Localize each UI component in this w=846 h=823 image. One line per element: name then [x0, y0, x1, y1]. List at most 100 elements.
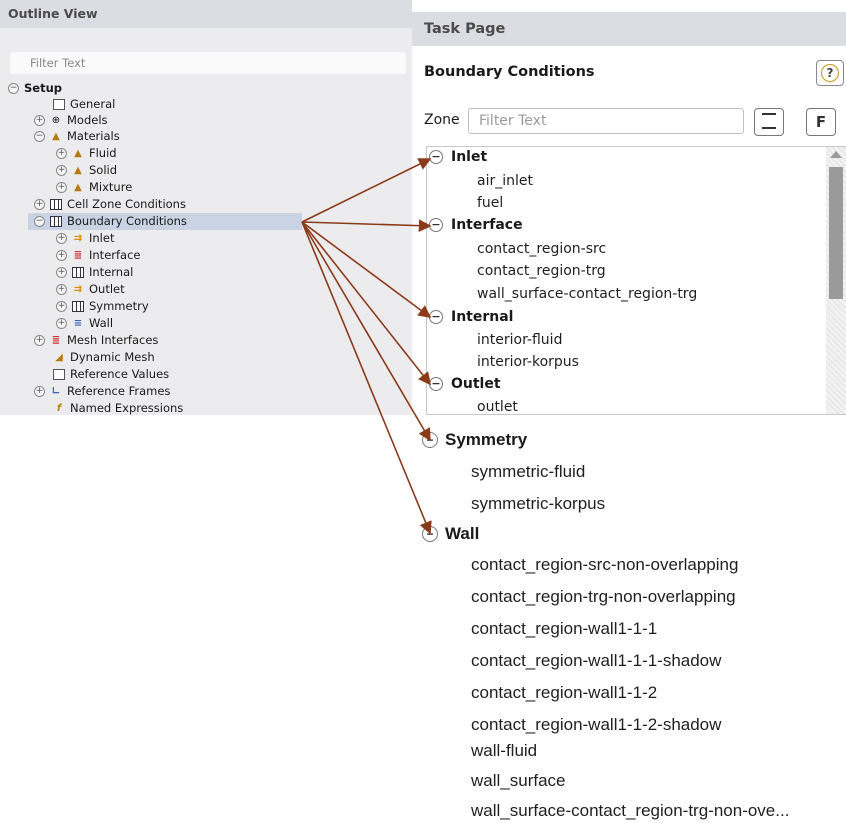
- scroll-up-arrow-icon[interactable]: [830, 151, 842, 158]
- collapse-icon[interactable]: −: [422, 432, 438, 448]
- tree-item-cell-zone-conditions[interactable]: + Cell Zone Conditions: [34, 196, 186, 213]
- tree-item-dynamic-mesh[interactable]: ◢ Dynamic Mesh: [53, 349, 155, 366]
- tree-item-mesh-interfaces[interactable]: + ≣ Mesh Interfaces: [34, 332, 158, 349]
- zone-item[interactable]: wall_surface: [471, 771, 566, 791]
- tree-item-models[interactable]: + ⊕ Models: [34, 112, 108, 129]
- tree-item-reference-frames[interactable]: + ∟ Reference Frames: [34, 383, 170, 400]
- expand-icon[interactable]: +: [56, 182, 67, 193]
- tree-item-named-expressions[interactable]: f Named Expressions: [53, 400, 184, 417]
- tree-item-label: Setup: [24, 81, 62, 95]
- tree-item-materials[interactable]: − ▲ Materials: [34, 128, 120, 145]
- zone-item[interactable]: fuel: [477, 195, 503, 211]
- expand-icon[interactable]: +: [56, 318, 67, 329]
- expand-icon[interactable]: +: [56, 250, 67, 261]
- zone-item[interactable]: wall-fluid: [471, 741, 537, 761]
- tree-item-solid[interactable]: + ▲ Solid: [56, 162, 117, 179]
- zone-group-wall[interactable]: − Wall: [422, 524, 479, 544]
- expand-icon[interactable]: +: [56, 284, 67, 295]
- collapse-icon[interactable]: −: [429, 377, 443, 391]
- expand-icon[interactable]: +: [56, 301, 67, 312]
- zone-item[interactable]: air_inlet: [477, 173, 533, 189]
- zone-item[interactable]: contact_region-wall1-1-2-shadow: [471, 715, 721, 735]
- zone-group-symmetry[interactable]: − Symmetry: [422, 430, 527, 450]
- tree-item-symmetry[interactable]: + Symmetry: [56, 298, 149, 315]
- zone-item[interactable]: wall_surface-contact_region-trg: [477, 286, 697, 302]
- collapse-icon[interactable]: −: [34, 216, 45, 227]
- zone-item[interactable]: contact_region-src-non-overlapping: [471, 555, 738, 575]
- zone-group-inlet[interactable]: − Inlet: [429, 149, 487, 165]
- tree-item-label: General: [70, 97, 116, 111]
- zone-item[interactable]: contact_region-wall1-1-2: [471, 683, 657, 703]
- zone-item[interactable]: contact_region-wall1-1-1-shadow: [471, 651, 721, 671]
- zone-item[interactable]: contact_region-wall1-1-1: [471, 619, 657, 639]
- zone-group-label: Wall: [445, 524, 480, 543]
- tree-item-label: Named Expressions: [70, 401, 184, 415]
- expand-icon[interactable]: +: [56, 267, 67, 278]
- task-page-panel: Task Page Boundary Conditions ? Zone Fil…: [412, 12, 846, 415]
- tree-item-label: Models: [67, 113, 108, 127]
- tree-item-outlet[interactable]: + ⇉ Outlet: [56, 281, 125, 298]
- collapse-icon[interactable]: −: [34, 131, 45, 142]
- tree-item-boundary-conditions[interactable]: − Boundary Conditions: [28, 213, 302, 230]
- outline-filter-input[interactable]: Filter Text: [10, 52, 406, 74]
- material-mixture-icon: ▲: [74, 182, 82, 193]
- tree-item-label: Interface: [89, 248, 141, 262]
- inlet-icon: ⇉: [73, 233, 83, 244]
- help-button[interactable]: ?: [816, 60, 844, 86]
- zone-group-interface[interactable]: − Interface: [429, 217, 523, 233]
- zone-item[interactable]: contact_region-trg: [477, 263, 606, 279]
- zone-item[interactable]: interior-korpus: [477, 354, 579, 370]
- collapse-icon[interactable]: −: [429, 310, 443, 324]
- zone-list[interactable]: − Inlet air_inlet fuel − Interface conta…: [426, 146, 846, 415]
- outline-view-panel: Outline View Filter Text − Setup General…: [0, 0, 412, 415]
- zone-filter-input[interactable]: Filter Text: [468, 108, 744, 134]
- reference-frames-icon: ∟: [51, 386, 61, 397]
- zone-item[interactable]: wall_surface-contact_region-trg-non-ove.…: [471, 801, 789, 821]
- tree-item-wall[interactable]: + ≡ Wall: [56, 315, 113, 332]
- outline-view-title: Outline View: [0, 0, 412, 28]
- expand-icon[interactable]: +: [56, 233, 67, 244]
- expand-icon[interactable]: +: [56, 165, 67, 176]
- collapse-icon[interactable]: −: [422, 526, 438, 542]
- tree-item-reference-values[interactable]: Reference Values: [53, 366, 169, 383]
- expand-icon[interactable]: +: [34, 335, 45, 346]
- tree-item-mixture[interactable]: + ▲ Mixture: [56, 179, 132, 196]
- tree-item-label: Mixture: [89, 180, 133, 194]
- zone-item[interactable]: outlet: [477, 399, 518, 414]
- list-scrollbar[interactable]: [826, 147, 846, 414]
- tree-item-label: Reference Frames: [67, 384, 171, 398]
- tree-item-internal[interactable]: + Internal: [56, 264, 133, 281]
- tree-item-label: Fluid: [89, 146, 117, 160]
- collapse-icon[interactable]: −: [429, 218, 443, 232]
- sort-filter-button[interactable]: F: [806, 108, 836, 136]
- tree-item-fluid[interactable]: + ▲ Fluid: [56, 145, 117, 162]
- tree-item-label: Materials: [67, 129, 120, 143]
- tree-item-label: Cell Zone Conditions: [67, 197, 186, 211]
- zone-item[interactable]: contact_region-src: [477, 241, 606, 257]
- expand-icon[interactable]: +: [56, 148, 67, 159]
- zone-item[interactable]: contact_region-trg-non-overlapping: [471, 587, 736, 607]
- zone-item[interactable]: symmetric-korpus: [471, 494, 605, 514]
- expand-icon[interactable]: +: [34, 386, 45, 397]
- zone-group-label: Symmetry: [445, 430, 528, 449]
- filter-options-button[interactable]: [754, 108, 784, 136]
- material-fluid-icon: ▲: [74, 148, 82, 159]
- outlet-icon: ⇉: [73, 284, 83, 295]
- scrollbar-thumb[interactable]: [829, 167, 843, 299]
- tree-item-label: Internal: [89, 265, 134, 279]
- zone-group-internal[interactable]: − Internal: [429, 309, 513, 325]
- tree-item-interface[interactable]: + ≣ Interface: [56, 247, 141, 264]
- zone-group-outlet[interactable]: − Outlet: [429, 376, 501, 392]
- zone-item[interactable]: symmetric-fluid: [471, 462, 585, 482]
- tree-item-inlet[interactable]: + ⇉ Inlet: [56, 230, 114, 247]
- collapse-icon[interactable]: −: [8, 83, 19, 94]
- expand-icon[interactable]: +: [34, 115, 45, 126]
- collapse-icon[interactable]: −: [429, 150, 443, 164]
- tree-item-general[interactable]: General: [53, 96, 115, 113]
- tree-item-setup[interactable]: − Setup: [8, 80, 62, 97]
- tree-item-label: Outlet: [89, 282, 125, 296]
- tree-item-label: Solid: [89, 163, 118, 177]
- tree-item-label: Dynamic Mesh: [70, 350, 155, 364]
- zone-item[interactable]: interior-fluid: [477, 332, 562, 348]
- expand-icon[interactable]: +: [34, 199, 45, 210]
